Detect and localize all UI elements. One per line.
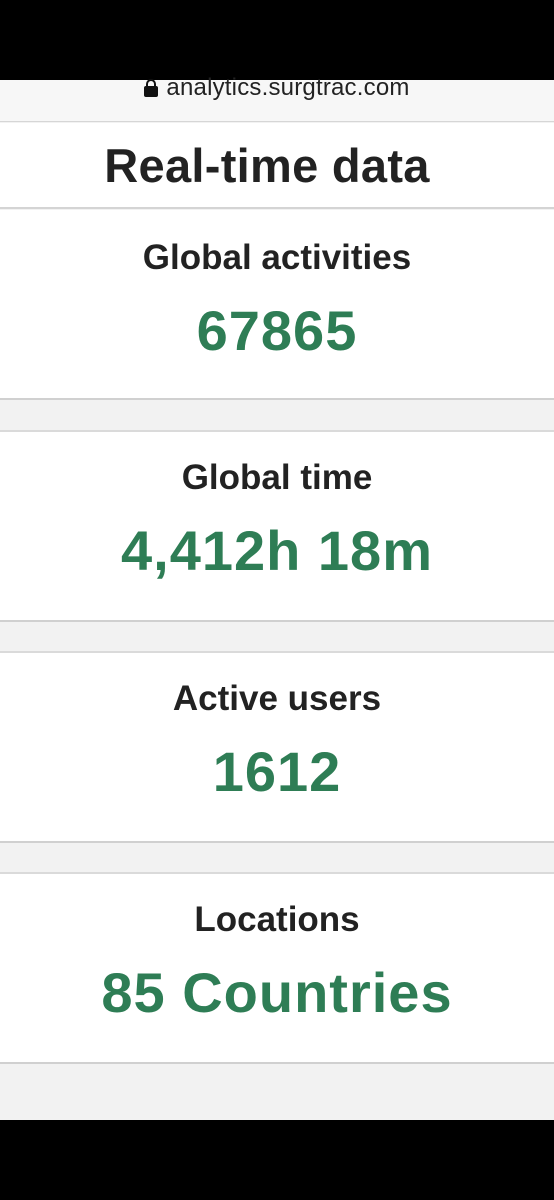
- stat-label: Locations: [194, 900, 360, 939]
- stat-value: 4,412h 18m: [121, 519, 433, 582]
- stat-label: Global time: [181, 458, 373, 497]
- stat-value: 85 Countries: [101, 961, 453, 1024]
- browser-page: analytics.surgtrac.com Real-time data Gl…: [0, 74, 554, 1120]
- page-title: Real-time data: [104, 138, 430, 192]
- stat-label: Active users: [172, 679, 382, 718]
- device-top-bar: [0, 0, 554, 80]
- address-bar[interactable]: analytics.surgtrac.com: [0, 74, 554, 122]
- lock-icon: [144, 79, 159, 97]
- stat-value: 67865: [196, 299, 358, 362]
- address-bar-content: analytics.surgtrac.com: [144, 74, 410, 101]
- stat-card-global-activities: Global activities 67865: [0, 210, 554, 400]
- device-bottom-bar: [0, 1120, 554, 1200]
- page-header: Real-time data: [0, 123, 554, 209]
- stat-card-locations: Locations 85 Countries: [0, 872, 554, 1064]
- url-text: analytics.surgtrac.com: [166, 74, 410, 101]
- stat-label: Global activities: [142, 238, 412, 277]
- stat-card-active-users: Active users 1612: [0, 651, 554, 843]
- stat-value: 1612: [212, 740, 342, 803]
- stat-card-global-time: Global time 4,412h 18m: [0, 430, 554, 622]
